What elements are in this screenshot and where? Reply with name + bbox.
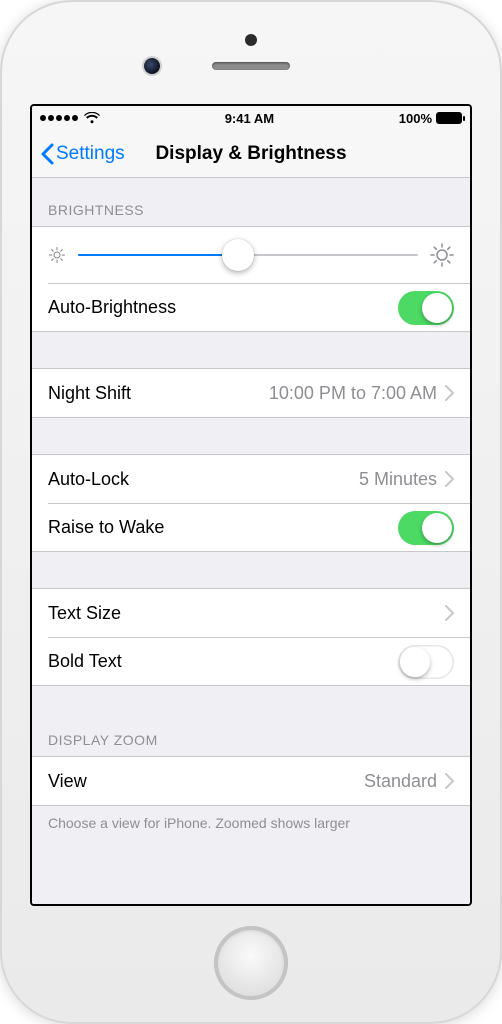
volume-up-button [0,216,2,278]
home-button[interactable] [214,926,288,1000]
earpiece-speaker [212,62,290,70]
volume-down-button [0,292,2,354]
night-shift-value: 10:00 PM to 7:00 AM [269,383,437,404]
night-shift-group: Night Shift 10:00 PM to 7:00 AM [32,368,470,418]
chevron-left-icon [40,143,54,165]
display-zoom-footer: Choose a view for iPhone. Zoomed shows l… [32,806,470,848]
chevron-right-icon [445,385,454,401]
raise-to-wake-row: Raise to Wake [48,503,470,551]
battery-percent: 100% [399,111,432,126]
chevron-right-icon [445,605,454,621]
auto-lock-label: Auto-Lock [48,469,129,490]
raise-to-wake-switch[interactable] [398,511,454,545]
front-camera [144,58,160,74]
auto-lock-value: 5 Minutes [359,469,437,490]
chevron-right-icon [445,471,454,487]
section-header-brightness: BRIGHTNESS [32,178,470,226]
bold-text-switch[interactable] [398,645,454,679]
slider-thumb[interactable] [222,239,254,271]
battery-icon [436,112,462,124]
proximity-sensor [245,34,257,46]
auto-brightness-row: Auto-Brightness [48,283,470,331]
auto-brightness-label: Auto-Brightness [48,297,176,318]
status-time: 9:41 AM [225,111,274,126]
brightness-group: Auto-Brightness [32,226,470,332]
brightness-slider-row [32,227,470,283]
back-button[interactable]: Settings [40,143,125,165]
night-shift-row[interactable]: Night Shift 10:00 PM to 7:00 AM [32,369,470,417]
bold-text-row: Bold Text [48,637,470,685]
night-shift-label: Night Shift [48,383,131,404]
text-group: Text Size Bold Text [32,588,470,686]
raise-to-wake-label: Raise to Wake [48,517,164,538]
chevron-right-icon [445,773,454,789]
mute-switch [0,150,2,186]
brightness-slider[interactable] [78,254,418,256]
device-frame: 9:41 AM 100% Settings Display & Brightne… [0,0,502,1024]
wifi-icon [84,112,100,124]
screen: 9:41 AM 100% Settings Display & Brightne… [30,104,472,906]
status-bar: 9:41 AM 100% [32,106,470,130]
nav-bar: Settings Display & Brightness [32,130,470,178]
settings-content[interactable]: BRIGHTNESS Auto-Brightness [32,178,470,904]
back-label: Settings [56,143,125,165]
view-label: View [48,771,87,792]
sun-large-icon [430,243,454,267]
view-row[interactable]: View Standard [32,757,470,805]
auto-lock-row[interactable]: Auto-Lock 5 Minutes [32,455,470,503]
text-size-row[interactable]: Text Size [32,589,470,637]
sun-small-icon [48,246,66,264]
text-size-label: Text Size [48,603,121,624]
section-header-display-zoom: DISPLAY ZOOM [32,720,470,756]
view-value: Standard [364,771,437,792]
auto-brightness-switch[interactable] [398,291,454,325]
bold-text-label: Bold Text [48,651,122,672]
lock-group: Auto-Lock 5 Minutes Raise to Wake [32,454,470,552]
display-zoom-group: View Standard [32,756,470,806]
cellular-signal-icon [40,115,78,121]
